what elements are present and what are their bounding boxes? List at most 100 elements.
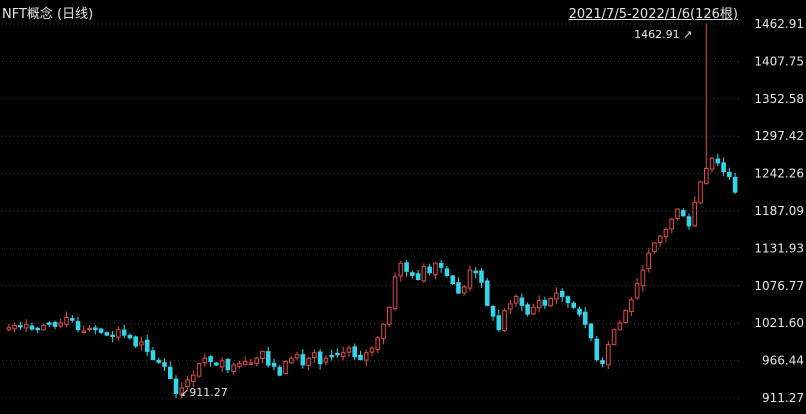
candle-body[interactable] <box>144 339 150 352</box>
candle-body[interactable] <box>467 269 473 289</box>
candle-body[interactable] <box>335 352 340 356</box>
candle-body[interactable] <box>473 270 479 274</box>
candle-body[interactable] <box>513 295 519 304</box>
candle-body[interactable] <box>484 280 490 306</box>
candle-body[interactable] <box>75 321 81 331</box>
candle-body[interactable] <box>410 272 415 276</box>
candle-body[interactable] <box>715 158 721 164</box>
candle-body[interactable] <box>312 352 317 359</box>
candle-body[interactable] <box>340 352 346 358</box>
candle-body[interactable] <box>392 276 398 310</box>
candle-body[interactable] <box>536 300 542 309</box>
candle-body[interactable] <box>6 327 12 331</box>
candle-body[interactable] <box>721 162 726 173</box>
candle-body[interactable] <box>93 327 98 331</box>
candle-body[interactable] <box>156 359 162 363</box>
candle-body[interactable] <box>571 302 577 308</box>
candle-body[interactable] <box>450 275 455 285</box>
candle-body[interactable] <box>600 360 605 365</box>
candle-body[interactable] <box>461 286 467 294</box>
candle-body[interactable] <box>634 283 640 299</box>
candle-body[interactable] <box>294 354 300 359</box>
candle-body[interactable] <box>525 304 530 315</box>
candle-body[interactable] <box>46 322 52 325</box>
candle-body[interactable] <box>260 350 265 360</box>
candle-body[interactable] <box>559 290 565 297</box>
candle-body[interactable] <box>519 297 525 306</box>
candle-body[interactable] <box>121 329 127 336</box>
candle-body[interactable] <box>508 303 513 310</box>
candle-body[interactable] <box>87 327 92 331</box>
candle-body[interactable] <box>415 273 421 281</box>
candle-body[interactable] <box>116 329 121 338</box>
candle-body[interactable] <box>381 323 386 340</box>
candle-body[interactable] <box>52 321 58 327</box>
candle-body[interactable] <box>329 354 334 358</box>
candle-body[interactable] <box>254 357 260 364</box>
candle-body[interactable] <box>191 374 196 382</box>
candle-body[interactable] <box>173 378 179 394</box>
candle-body[interactable] <box>617 322 623 331</box>
candle-body[interactable] <box>421 266 427 282</box>
candle-body[interactable] <box>81 330 87 333</box>
candle-body[interactable] <box>611 329 617 346</box>
candle-body[interactable] <box>732 176 738 193</box>
candle-body[interactable] <box>548 298 553 307</box>
candle-body[interactable] <box>139 341 144 346</box>
candle-body[interactable] <box>542 299 548 306</box>
candle-body[interactable] <box>531 306 536 315</box>
candle-body[interactable] <box>663 228 669 238</box>
candle-body[interactable] <box>594 338 600 361</box>
candle-body[interactable] <box>727 171 732 177</box>
candle-body[interactable] <box>35 327 40 331</box>
candle-body[interactable] <box>686 216 692 227</box>
candle-body[interactable] <box>289 357 294 364</box>
candle-body[interactable] <box>110 334 115 337</box>
candle-body[interactable] <box>387 306 392 325</box>
candle-body[interactable] <box>150 350 156 361</box>
candle-body[interactable] <box>265 351 271 366</box>
candle-body[interactable] <box>231 364 236 373</box>
candle-body[interactable] <box>565 296 571 304</box>
candle-body[interactable] <box>623 310 628 323</box>
candle-body[interactable] <box>554 292 559 300</box>
candle-body[interactable] <box>404 262 409 272</box>
candle-body[interactable] <box>669 218 675 230</box>
candle-body[interactable] <box>692 201 698 227</box>
candle-body[interactable] <box>208 356 213 363</box>
candle-body[interactable] <box>629 299 634 313</box>
candle-body[interactable] <box>646 252 651 270</box>
candle-body[interactable] <box>438 262 444 268</box>
candle-body[interactable] <box>29 325 35 330</box>
candle-body[interactable] <box>479 270 484 283</box>
candle-body[interactable] <box>162 362 167 367</box>
candle-body[interactable] <box>680 210 686 217</box>
candle-body[interactable] <box>490 305 496 317</box>
candle-body[interactable] <box>427 266 432 274</box>
candle-body[interactable] <box>704 167 709 184</box>
candle-body[interactable] <box>582 311 588 325</box>
candle-body[interactable] <box>23 323 29 329</box>
candle-body[interactable] <box>98 328 104 333</box>
candle-body[interactable] <box>652 242 657 252</box>
candle-body[interactable] <box>675 208 680 219</box>
candle-body[interactable] <box>588 323 594 339</box>
candle-body[interactable] <box>346 347 352 353</box>
candle-body[interactable] <box>104 332 110 336</box>
candle-body[interactable] <box>577 308 582 315</box>
candle-body[interactable] <box>369 347 375 353</box>
candle-body[interactable] <box>300 354 306 366</box>
candle-body[interactable] <box>640 269 646 287</box>
candle-body[interactable] <box>398 262 404 277</box>
candle-body[interactable] <box>306 357 311 366</box>
candle-body[interactable] <box>64 317 69 325</box>
candle-body[interactable] <box>433 262 438 276</box>
candle-body[interactable] <box>502 310 507 331</box>
candle-body[interactable] <box>271 362 277 367</box>
candle-body[interactable] <box>444 268 450 276</box>
candle-body[interactable] <box>496 315 502 331</box>
date-range-label[interactable]: 2021/7/5-2022/1/6(126根) <box>569 3 738 22</box>
candle-body[interactable] <box>69 318 75 321</box>
candle-body[interactable] <box>283 361 288 375</box>
candle-body[interactable] <box>352 346 357 358</box>
